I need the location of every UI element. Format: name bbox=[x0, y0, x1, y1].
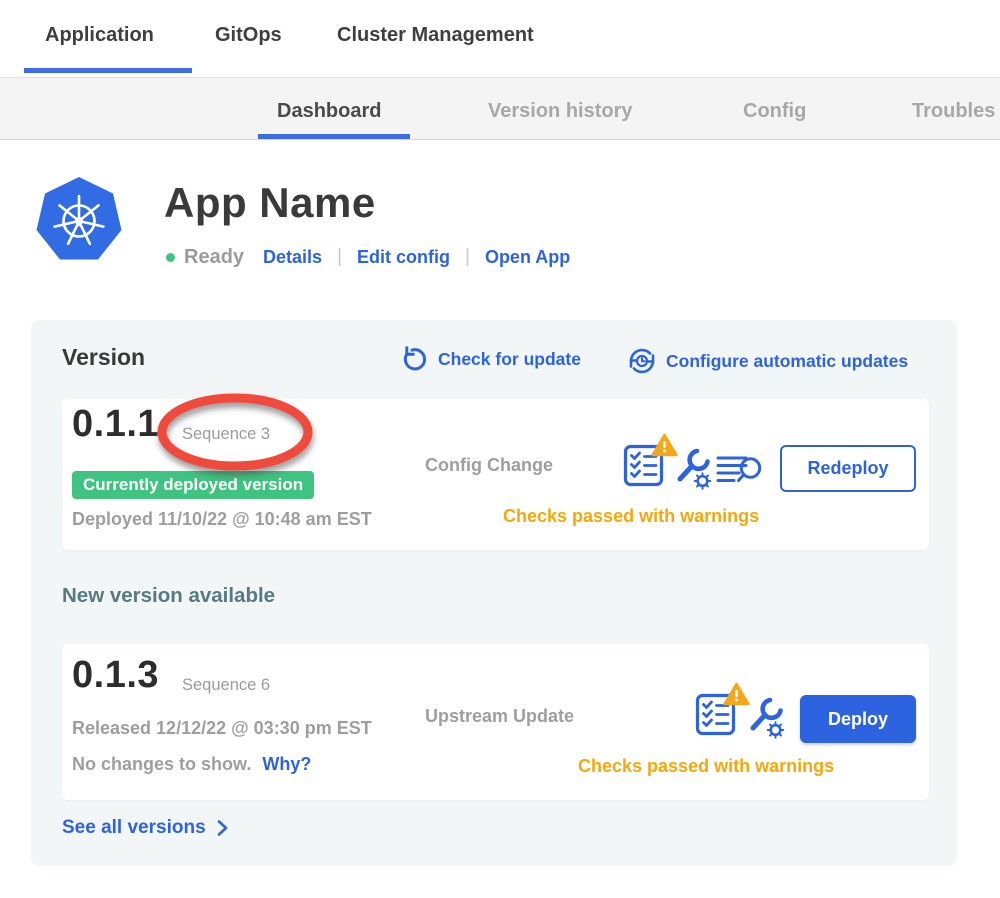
nav-tab-gitops[interactable]: GitOps bbox=[215, 24, 282, 47]
clock-refresh-icon bbox=[627, 346, 657, 376]
config-wrench-icon[interactable] bbox=[675, 448, 712, 490]
available-version-sequence: Sequence 6 bbox=[182, 676, 270, 695]
app-status-row: Ready Details | Edit config | Open App bbox=[166, 243, 570, 271]
deployed-date: Deployed 11/10/22 @ 10:48 am EST bbox=[72, 509, 372, 530]
view-files-search-icon[interactable] bbox=[716, 453, 763, 489]
change-type-label: Config Change bbox=[425, 455, 553, 476]
current-version-card: 0.1.1 Sequence 3 Currently deployed vers… bbox=[62, 399, 929, 550]
released-date: Released 12/12/22 @ 03:30 pm EST bbox=[72, 718, 372, 739]
secondary-nav: Dashboard Version history Config Trouble… bbox=[0, 77, 1000, 140]
page-title: App Name bbox=[164, 179, 376, 227]
check-for-update-label: Check for update bbox=[438, 349, 581, 370]
tab-troubleshoot[interactable]: Troubles bbox=[912, 100, 995, 123]
checks-status-text: Checks passed with warnings bbox=[578, 756, 834, 777]
redeploy-button[interactable]: Redeploy bbox=[780, 445, 916, 492]
active-subtab-underline bbox=[258, 134, 410, 139]
preflight-checks-icon[interactable] bbox=[695, 691, 736, 736]
change-type-label: Upstream Update bbox=[425, 706, 574, 727]
configure-automatic-updates-button[interactable]: Configure automatic updates bbox=[627, 346, 908, 376]
divider: | bbox=[337, 246, 342, 268]
nav-tab-application[interactable]: Application bbox=[45, 24, 154, 47]
nav-tab-application-label: Application bbox=[45, 24, 154, 46]
checks-status-text: Checks passed with warnings bbox=[503, 506, 759, 527]
check-for-update-button[interactable]: Check for update bbox=[402, 346, 581, 373]
warning-triangle-icon bbox=[723, 682, 750, 706]
see-all-versions-link[interactable]: See all versions bbox=[62, 817, 229, 839]
config-wrench-icon[interactable] bbox=[748, 697, 785, 739]
tab-dashboard[interactable]: Dashboard bbox=[277, 100, 381, 123]
preflight-checks-icon[interactable] bbox=[623, 442, 664, 487]
tab-version-history[interactable]: Version history bbox=[488, 100, 633, 123]
active-tab-underline bbox=[24, 68, 192, 73]
kubernetes-logo-icon bbox=[36, 176, 122, 266]
deploy-button[interactable]: Deploy bbox=[800, 695, 916, 743]
available-version-card: 0.1.3 Sequence 6 Released 12/12/22 @ 03:… bbox=[62, 644, 929, 800]
why-link[interactable]: Why? bbox=[262, 754, 311, 774]
refresh-icon bbox=[402, 346, 429, 373]
no-changes-text: No changes to show. Why? bbox=[72, 754, 311, 775]
version-panel-title: Version bbox=[62, 344, 145, 371]
tab-config[interactable]: Config bbox=[743, 100, 806, 123]
version-panel: Version Check for update bbox=[31, 320, 957, 866]
current-version-sequence: Sequence 3 bbox=[182, 425, 270, 444]
ready-status-dot-icon bbox=[166, 253, 175, 262]
available-version-number: 0.1.3 bbox=[72, 654, 159, 697]
open-app-link[interactable]: Open App bbox=[485, 247, 570, 268]
status-label: Ready bbox=[184, 246, 244, 269]
details-link[interactable]: Details bbox=[263, 247, 322, 268]
divider: | bbox=[465, 246, 470, 268]
new-version-heading: New version available bbox=[62, 584, 275, 608]
chevron-right-icon bbox=[216, 819, 229, 837]
nav-tab-cluster-management[interactable]: Cluster Management bbox=[337, 24, 534, 47]
no-changes-label: No changes to show. bbox=[72, 754, 251, 774]
current-version-number: 0.1.1 bbox=[72, 403, 159, 446]
warning-triangle-icon bbox=[651, 433, 678, 457]
see-all-versions-label: See all versions bbox=[62, 817, 206, 839]
edit-config-link[interactable]: Edit config bbox=[357, 247, 450, 268]
currently-deployed-badge: Currently deployed version bbox=[72, 471, 314, 499]
configure-automatic-updates-label: Configure automatic updates bbox=[666, 351, 908, 372]
app-window: Application GitOps Cluster Management Da… bbox=[0, 0, 1000, 898]
